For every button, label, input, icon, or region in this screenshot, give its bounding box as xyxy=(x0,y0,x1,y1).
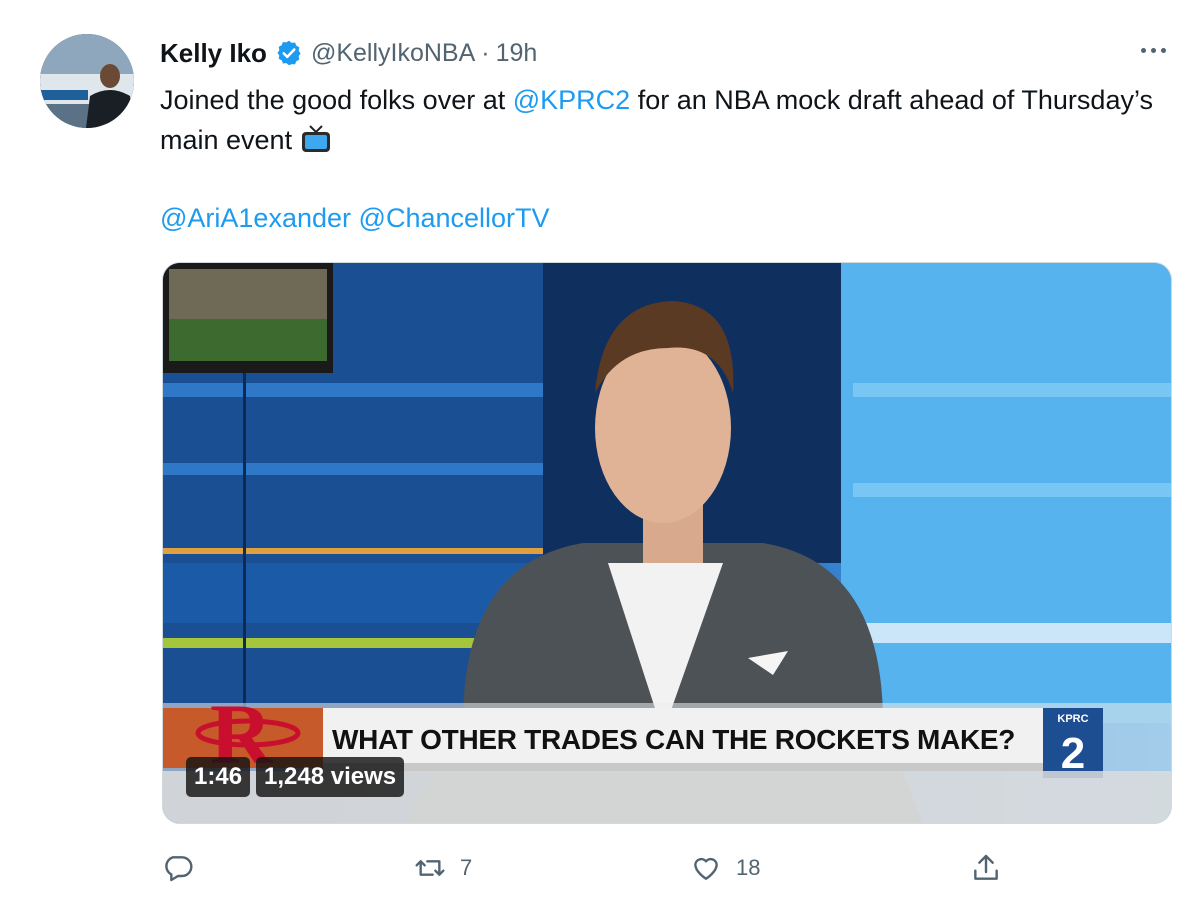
like-count: 18 xyxy=(736,855,761,880)
retweet-icon xyxy=(415,860,445,876)
mentions-line: @AriA1exander @ChancellorTV xyxy=(160,198,550,238)
video-duration: 1:46 xyxy=(186,757,251,797)
like-icon xyxy=(694,857,718,880)
timestamp[interactable]: 19h xyxy=(496,39,538,68)
station-number: 2 xyxy=(1061,729,1085,778)
mention-ari[interactable]: @AriA1exander xyxy=(160,203,351,233)
handle[interactable]: @KellyIkoNBA xyxy=(311,39,475,68)
mention-chancellor[interactable]: @ChancellorTV xyxy=(359,203,550,233)
separator: · xyxy=(481,38,490,67)
like-button[interactable]: 18 xyxy=(690,846,760,890)
more-icon[interactable] xyxy=(1136,40,1170,60)
verified-icon xyxy=(275,39,303,67)
tweet-text: Joined the good folks over at @KPRC2 for… xyxy=(160,80,1160,160)
reply-button[interactable] xyxy=(162,846,208,890)
share-icon xyxy=(974,854,998,880)
display-name[interactable]: Kelly Iko xyxy=(160,38,267,69)
reply-icon xyxy=(165,856,193,882)
station-logo: KPRC xyxy=(1057,713,1088,725)
avatar[interactable] xyxy=(40,34,134,128)
share-button[interactable] xyxy=(970,846,1002,890)
video-chyron: WHAT OTHER TRADES CAN THE ROCKETS MAKE? xyxy=(332,724,1016,755)
video-views: 1,248 views xyxy=(256,757,405,797)
tweet-text-part1: Joined the good folks over at xyxy=(160,85,513,115)
retweet-button[interactable]: 7 xyxy=(414,846,472,890)
tweet-header: Kelly Iko @KellyIkoNBA · 19h xyxy=(160,36,537,70)
action-bar: 7 18 xyxy=(0,846,1198,890)
mention-kprc2[interactable]: @KPRC2 xyxy=(513,85,630,115)
retweet-count: 7 xyxy=(460,855,473,880)
tv-emoji-icon xyxy=(300,123,332,155)
tweet[interactable]: Kelly Iko @KellyIkoNBA · 19h Joined the … xyxy=(0,0,1198,914)
